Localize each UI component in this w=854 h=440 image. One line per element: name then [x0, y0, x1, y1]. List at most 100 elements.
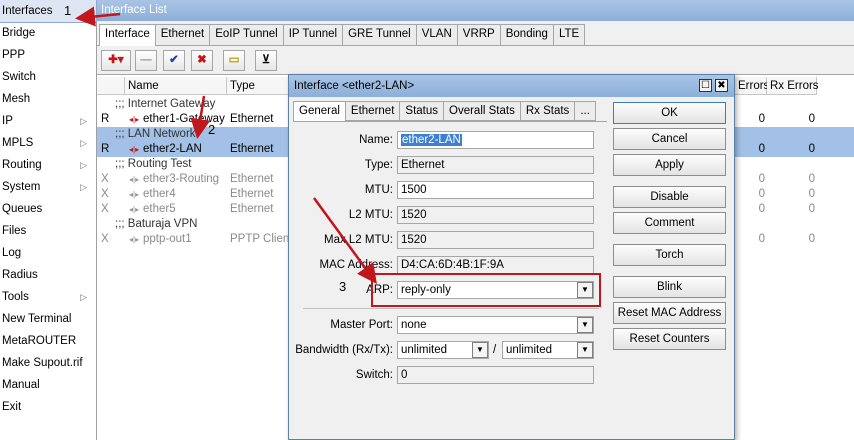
menu-item-radius[interactable]: Radius: [0, 264, 96, 286]
menu-item-new-terminal[interactable]: New Terminal: [0, 308, 96, 330]
menu-item-mpls[interactable]: MPLS ▷: [0, 132, 96, 154]
menu-item-label: IP: [2, 115, 13, 127]
dialog-tab-more[interactable]: ...: [574, 101, 596, 121]
menu-item-label: Exit: [2, 401, 22, 413]
tab-eoip-tunnel[interactable]: EoIP Tunnel: [209, 24, 284, 45]
arp-highlight-box: [371, 273, 601, 307]
menu-item-make-supout-rif[interactable]: Make Supout.rif: [0, 352, 96, 374]
menu-item-mesh[interactable]: Mesh: [0, 88, 96, 110]
submenu-arrow-icon: ▷: [80, 292, 87, 302]
menu-item-ip[interactable]: IP ▷: [0, 110, 96, 132]
name-cell: ether2-LAN: [143, 143, 202, 155]
dialog-title: Interface <ether2-LAN>: [289, 75, 734, 97]
flag-cell: R: [101, 143, 110, 155]
type-cell: Ethernet: [230, 188, 274, 200]
disable-button[interactable]: ✖: [191, 50, 213, 71]
reset-counters-button[interactable]: Reset Counters: [613, 328, 726, 350]
column-header-name[interactable]: Name: [125, 77, 227, 95]
bandwidth-label: Bandwidth (Rx/Tx):: [295, 344, 393, 356]
comment-button[interactable]: ▭: [223, 50, 245, 71]
dialog-tab-general[interactable]: General: [293, 101, 346, 122]
tx-errors-cell: 0: [758, 173, 765, 185]
menu-item-manual[interactable]: Manual: [0, 374, 96, 396]
blink-button[interactable]: Blink: [613, 276, 726, 298]
submenu-arrow-icon: ▷: [80, 138, 87, 148]
rx-errors-cell: 0: [808, 233, 815, 245]
comment-cell: ;;; Routing Test: [115, 158, 192, 170]
switch-label: Switch:: [355, 369, 393, 381]
ok-button[interactable]: OK: [613, 102, 726, 124]
menu-item-exit[interactable]: Exit: [0, 396, 96, 418]
column-header-rx-errors[interactable]: Rx Errors: [767, 77, 819, 95]
mtu-field[interactable]: 1500: [397, 181, 594, 199]
tab-vrrp[interactable]: VRRP: [456, 24, 501, 45]
max-l2mtu-field: 1520: [397, 231, 594, 249]
reset-mac-address-button[interactable]: Reset MAC Address: [613, 302, 726, 324]
rx-errors-cell: 0: [808, 203, 815, 215]
cancel-button[interactable]: Cancel: [613, 128, 726, 150]
column-header-flag[interactable]: [97, 77, 125, 95]
flag-cell: X: [101, 188, 109, 200]
menu-item-log[interactable]: Log: [0, 242, 96, 264]
name-cell: ether5: [143, 203, 176, 215]
menu-item-routing[interactable]: Routing ▷: [0, 154, 96, 176]
type-cell: Ethernet: [230, 203, 274, 215]
apply-button[interactable]: Apply: [613, 154, 726, 176]
annotation-2: 2: [208, 122, 216, 137]
tab-interface[interactable]: Interface: [99, 24, 156, 46]
dialog-tab-status[interactable]: Status: [399, 101, 445, 121]
enable-button[interactable]: ✔: [163, 50, 185, 71]
submenu-arrow-icon: ▷: [80, 160, 87, 170]
add-button[interactable]: ✚▾: [101, 50, 131, 71]
menu-item-label: Log: [2, 247, 22, 259]
torch-button[interactable]: Torch: [613, 244, 726, 266]
tab-ethernet[interactable]: Ethernet: [154, 24, 211, 45]
column-header-type[interactable]: Type: [227, 77, 289, 95]
dialog-tab-overall-stats[interactable]: Overall Stats: [443, 101, 521, 121]
name-field[interactable]: ether2-LAN: [397, 131, 594, 149]
comment-button[interactable]: Comment: [613, 212, 726, 234]
menu-item-ppp[interactable]: PPP: [0, 44, 96, 66]
menu-item-bridge[interactable]: Bridge: [0, 22, 96, 44]
bandwidth-rx-dropdown-icon[interactable]: ▼: [472, 342, 488, 358]
dialog-tab-ethernet[interactable]: Ethernet: [344, 101, 401, 121]
disable-button[interactable]: Disable: [613, 186, 726, 208]
tx-errors-cell: 0: [758, 203, 765, 215]
menu-item-label: MPLS: [2, 137, 34, 149]
menu-item-interfaces[interactable]: Interfaces 1: [0, 0, 97, 23]
tab-vlan[interactable]: VLAN: [415, 24, 458, 45]
tab-lte[interactable]: LTE: [552, 24, 586, 45]
menu-item-system[interactable]: System ▷: [0, 176, 96, 198]
menu-item-label: Tools: [2, 291, 29, 303]
close-icon[interactable]: ✖: [715, 79, 728, 92]
master-port-select[interactable]: none: [397, 316, 594, 334]
filter-button[interactable]: ⊻: [255, 50, 277, 71]
tx-errors-cell: 0: [758, 188, 765, 200]
dialog-tab-rx-stats[interactable]: Rx Stats: [519, 101, 576, 121]
annotation-1: 1: [64, 3, 72, 18]
menu-item-label: Bridge: [2, 27, 36, 39]
tab-bonding[interactable]: Bonding: [499, 24, 554, 45]
separator: [303, 308, 599, 309]
column-header-tx-errors[interactable]: Errors: [735, 77, 769, 95]
menu-item-label: Routing: [2, 159, 42, 171]
menu-item-metarouter[interactable]: MetaROUTER: [0, 330, 96, 352]
tab-gre-tunnel[interactable]: GRE Tunnel: [342, 24, 417, 45]
master-port-dropdown-icon[interactable]: ▼: [577, 317, 593, 333]
menu-item-tools[interactable]: Tools ▷: [0, 286, 96, 308]
rx-errors-cell: 0: [808, 113, 815, 125]
interface-list-toolbar: ✚▾ — ✔ ✖ ▭ ⊻: [97, 45, 854, 73]
maximize-icon[interactable]: ☐: [699, 79, 712, 92]
tab-ip-tunnel[interactable]: IP Tunnel: [282, 24, 344, 45]
menu-item-label: Queues: [2, 203, 43, 215]
menu-item-files[interactable]: Files: [0, 220, 96, 242]
flag-cell: R: [101, 113, 110, 125]
name-cell: ether4: [143, 188, 176, 200]
interface-dialog: Interface <ether2-LAN> ☐ ✖ General Ethern…: [288, 74, 735, 440]
menu-item-switch[interactable]: Switch: [0, 66, 96, 88]
bandwidth-tx-dropdown-icon[interactable]: ▼: [577, 342, 593, 358]
menu-item-queues[interactable]: Queues: [0, 198, 96, 220]
remove-button[interactable]: —: [135, 50, 157, 71]
switch-field: 0: [397, 366, 594, 384]
l2mtu-field: 1520: [397, 206, 594, 224]
